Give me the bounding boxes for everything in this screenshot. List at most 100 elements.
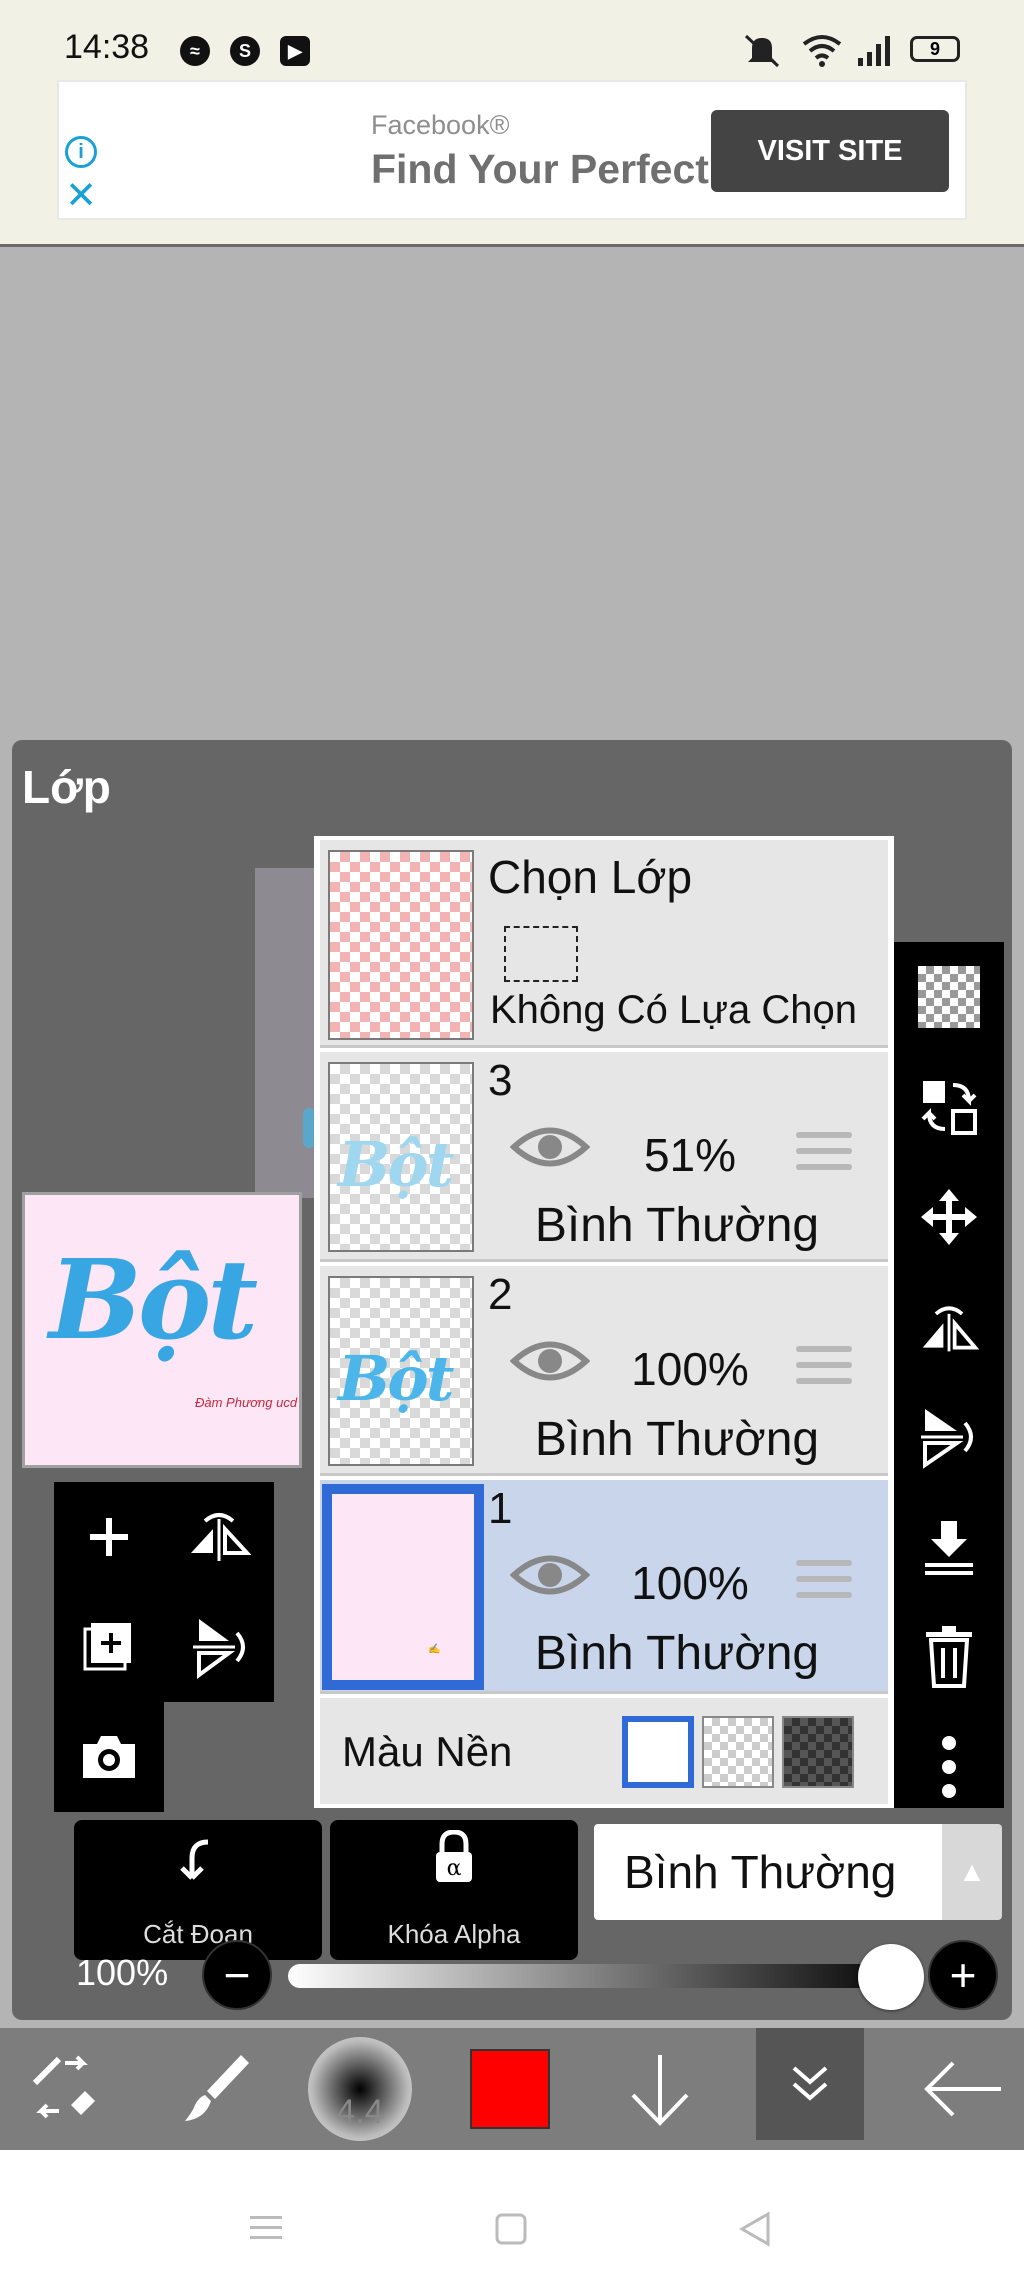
opacity-increase-button[interactable]: + [928,1940,998,2010]
drag-handle[interactable] [796,1132,852,1180]
home-icon[interactable] [494,2212,528,2246]
thumbnail-wordmark: Bột [338,1342,454,1415]
background-transparent-swatch[interactable] [702,1716,774,1788]
back-button[interactable] [900,2028,1024,2150]
background-dark-swatch[interactable] [782,1716,854,1788]
selection-subtitle: Không Có Lựa Chọn [490,988,858,1032]
merge-down-icon [925,1521,973,1575]
layer-blend-mode: Bình Thường [534,1627,820,1680]
lock-icon: α [436,1830,472,1882]
layer-list: Chọn Lớp Không Có Lựa Chọn Bột 3 51% Bìn… [314,836,894,1808]
swap-button[interactable] [894,1052,1004,1162]
blend-mode-select[interactable]: Bình Thường [594,1824,942,1920]
alpha-lock-label: Khóa Alpha [387,1919,521,1949]
flip-vertical-icon [921,1409,973,1469]
selection-marquee-icon [504,926,578,982]
youtube-icon: ▶ [280,36,310,66]
battery-icon: 9 [910,36,960,62]
color-button[interactable] [450,2028,570,2150]
svg-text:α: α [447,1856,462,1881]
camera-button[interactable] [54,1702,164,1812]
layer-blend-mode: Bình Thường [534,1199,820,1252]
camera-pad [54,1702,164,1812]
flip-vertical-button[interactable] [894,1382,1004,1492]
current-color-swatch [470,2049,550,2129]
skype-icon: S [230,36,260,66]
background-label: Màu Nền [342,1728,513,1775]
flip-horizontal-button[interactable] [894,1272,1004,1382]
eye-icon[interactable] [510,1550,590,1600]
ad-banner[interactable]: i ✕ Facebook® Find Your Perfect VISIT SI… [57,80,967,220]
flip-horizontal-icon [922,1306,979,1352]
layer-thumbnail: ✍ [322,1484,484,1690]
selection-layer-row[interactable]: Chọn Lớp Không Có Lựa Chọn [320,840,888,1048]
background-white-swatch[interactable] [622,1716,694,1788]
brush-tool-button[interactable] [150,2028,280,2150]
layer-number: 1 [488,1484,513,1533]
eye-icon[interactable] [510,1336,590,1386]
thumbnail-wordmark: Bột [338,1128,454,1201]
layer-thumbnail: Bột [328,1062,474,1252]
layer-row-2[interactable]: Bột 2 100% Bình Thường [320,1266,888,1476]
delete-layer-button[interactable] [894,1602,1004,1712]
transparency-button[interactable] [894,942,1004,1052]
select-transform-icon [32,2055,95,2119]
double-chevron-down-icon [792,2066,828,2101]
drag-handle[interactable] [796,1346,852,1394]
duplicate-icon [83,1623,131,1671]
duplicate-layer-button[interactable] [54,1592,164,1702]
blend-mode-arrow[interactable]: ▲ [942,1824,1002,1920]
alpha-lock-button[interactable]: α Khóa Alpha [330,1820,578,1960]
merge-down-button[interactable] [894,1492,1004,1602]
opacity-label: 100% [76,1952,169,1993]
info-icon[interactable]: i [65,136,97,168]
flip-vertical-button[interactable] [164,1592,274,1702]
eye-icon[interactable] [510,1122,590,1172]
layer-opacity[interactable]: 100% [610,1556,770,1610]
layer-row-1[interactable]: ✍ 1 100% Bình Thường [320,1480,888,1694]
close-icon[interactable]: ✕ [65,176,97,216]
layer-thumbnail: Bột [328,1276,474,1466]
layer-opacity[interactable]: 100% [610,1342,770,1396]
plus-icon [90,1518,128,1556]
flip-horizontal-button[interactable] [164,1482,274,1592]
menu-icon[interactable] [248,2212,284,2244]
trash-icon [926,1626,972,1688]
ad-brand: Facebook® [371,110,510,140]
opacity-slider-knob[interactable] [858,1944,924,2010]
back-nav-icon[interactable] [736,2210,772,2248]
layer-number: 3 [488,1056,513,1105]
brush-icon [185,2055,249,2121]
layer-tool-column [894,942,1004,1808]
layer-blend-mode: Bình Thường [534,1413,820,1466]
top-area: 14:38 ≈ S ▶ 9 i ✕ Facebook® Find Your Pe… [0,0,1024,247]
layer-opacity[interactable]: 51% [610,1128,770,1182]
opacity-decrease-button[interactable]: − [202,1940,272,2010]
signal-icon [858,36,890,66]
opacity-slider[interactable] [288,1964,908,1988]
brush-size-button[interactable]: 4.4 [300,2028,420,2150]
messenger-icon: ≈ [180,36,210,66]
minus-icon: − [223,1949,251,2001]
thumbnail-signature: ✍ [428,1644,441,1655]
select-tool-button[interactable] [0,2028,130,2150]
more-options-button[interactable] [894,1712,1004,1822]
add-layer-button[interactable] [54,1482,164,1592]
preview-signature: Đàm Phương ucd [195,1395,298,1410]
wifi-icon [802,35,842,67]
selection-thumbnail [328,850,474,1040]
swap-layers-icon [921,1081,977,1135]
layer-row-3[interactable]: Bột 3 51% Bình Thường [320,1052,888,1262]
layers-toggle-button[interactable] [756,2028,864,2140]
camera-icon [83,1736,135,1778]
layer-down-button[interactable] [600,2028,720,2150]
plus-icon: + [949,1949,977,2001]
move-button[interactable] [894,1162,1004,1272]
brush-preview: 4.4 [308,2037,412,2141]
clipping-button[interactable]: Cắt Đoạn [74,1820,322,1960]
canvas-preview: Bột Đàm Phương ucd [22,1192,302,1468]
arrow-left-icon [924,2061,1001,2117]
drag-handle[interactable] [796,1560,852,1608]
visit-site-button[interactable]: VISIT SITE [711,110,949,192]
status-time: 14:38 [64,28,150,66]
